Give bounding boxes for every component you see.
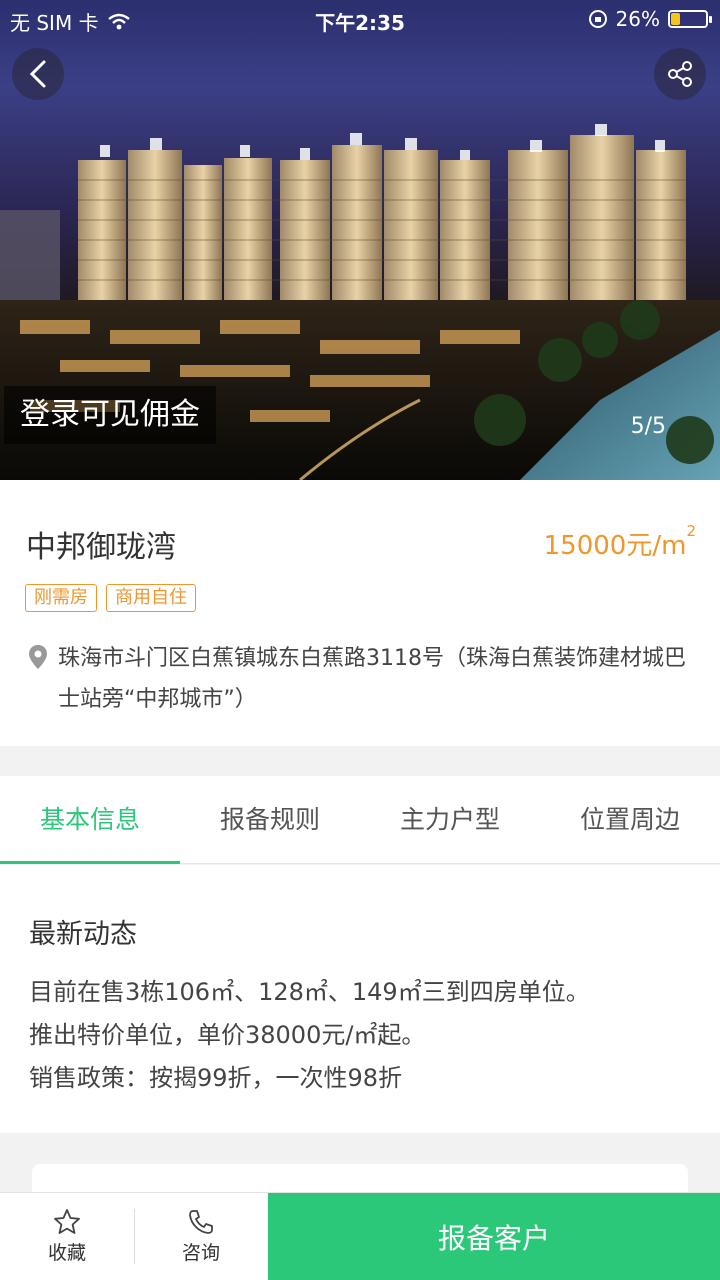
consult-button[interactable]: 咨询 (134, 1193, 268, 1280)
phone-icon (189, 1210, 213, 1234)
tab-main-layouts[interactable]: 主力户型 (360, 776, 540, 863)
report-client-button[interactable]: 报备客户 (268, 1193, 720, 1280)
share-button[interactable] (654, 48, 706, 100)
news-line: 推出特价单位，单价38000元/㎡起。 (29, 1021, 426, 1049)
star-icon (54, 1209, 80, 1234)
orientation-lock-icon (588, 10, 607, 28)
battery-icon (668, 10, 712, 28)
share-icon (668, 61, 692, 87)
price-value: 15000元/m (543, 531, 687, 561)
news-line: 目前在售3栋106㎡、128㎡、149㎡三到四房单位。 (29, 978, 590, 1006)
news-body: 目前在售3栋106㎡、128㎡、149㎡三到四房单位。 推出特价单位，单价380… (29, 971, 590, 1100)
property-price: 15000元/m2 (543, 522, 696, 562)
news-line: 销售政策：按揭99折，一次性98折 (29, 1064, 403, 1092)
consult-label: 咨询 (181, 1242, 220, 1264)
property-tags: 刚需房 商用自住 (25, 584, 196, 612)
chevron-left-icon (29, 60, 46, 88)
latest-news-section: 最新动态 目前在售3栋106㎡、128㎡、149㎡三到四房单位。 推出特价单位，… (0, 865, 720, 1133)
favorite-label: 收藏 (47, 1242, 86, 1264)
address-text: 珠海市斗门区白蕉镇城东白蕉路3118号（珠海白蕉装饰建材城巴士站旁“中邦城市”） (58, 646, 686, 712)
detail-tabs: 基本信息 报备规则 主力户型 位置周边 (0, 776, 720, 864)
tab-basic-info[interactable]: 基本信息 (0, 776, 180, 864)
tag-item: 刚需房 (25, 584, 97, 612)
location-pin-icon (29, 645, 47, 669)
commission-login-banner[interactable]: 登录可见佣金 (4, 386, 216, 444)
back-button[interactable] (12, 48, 64, 100)
property-name: 中邦御珑湾 (26, 530, 176, 565)
status-bar: 无 SIM 卡 下午2:35 26% (0, 0, 720, 40)
bottom-action-bar: 收藏 咨询 报备客户 (0, 1192, 720, 1280)
section-title: 最新动态 (29, 919, 137, 950)
tag-item: 商用自住 (106, 584, 196, 612)
favorite-button[interactable]: 收藏 (0, 1193, 134, 1280)
tab-location[interactable]: 位置周边 (540, 776, 720, 863)
battery-percent: 26% (615, 7, 660, 31)
property-address[interactable]: 珠海市斗门区白蕉镇城东白蕉路3118号（珠海白蕉装饰建材城巴士站旁“中邦城市”） (26, 638, 702, 720)
price-unit-superscript: 2 (686, 522, 696, 540)
image-counter: 5/5 (630, 414, 666, 439)
property-info-card: 中邦御珑湾 15000元/m2 刚需房 商用自住 珠海市斗门区白蕉镇城东白蕉路3… (0, 480, 720, 746)
tab-report-rules[interactable]: 报备规则 (180, 776, 360, 863)
